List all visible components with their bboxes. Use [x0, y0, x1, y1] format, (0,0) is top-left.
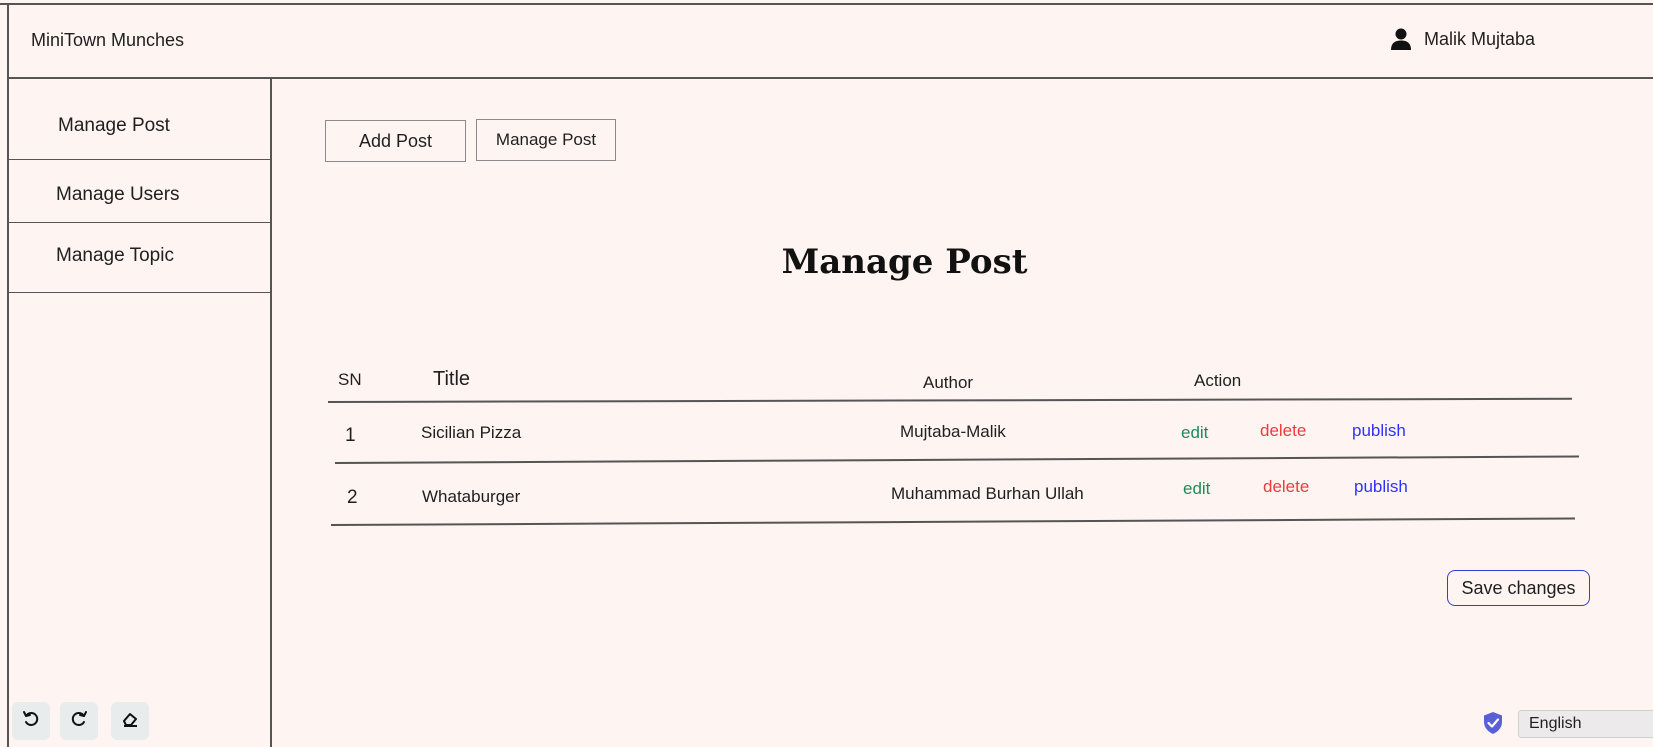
user-menu[interactable]: Malik Mujtaba	[1390, 28, 1535, 50]
sidebar-item-manage-users[interactable]: Manage Users	[56, 184, 180, 206]
undo-button[interactable]	[12, 702, 50, 740]
manage-post-button[interactable]: Manage Post	[476, 119, 616, 161]
shield-icon	[1482, 711, 1504, 740]
table-bottom-divider	[330, 517, 1575, 526]
column-header-author: Author	[923, 373, 974, 392]
sidebar-item-manage-topic[interactable]: Manage Topic	[56, 245, 174, 267]
redo-icon	[70, 710, 88, 733]
save-changes-button[interactable]: Save changes	[1447, 570, 1590, 606]
row-sn: 1	[345, 425, 356, 446]
language-selector[interactable]: English	[1518, 710, 1653, 738]
publish-link[interactable]: publish	[1354, 477, 1408, 497]
edit-link[interactable]: edit	[1183, 479, 1210, 499]
table-header-divider	[327, 397, 1572, 403]
user-icon	[1390, 28, 1412, 50]
row-author: Muhammad Burhan Ullah	[891, 484, 1084, 503]
sidebar-divider	[270, 77, 272, 747]
eraser-icon	[121, 710, 139, 733]
frame-top-border	[0, 3, 1653, 5]
publish-link[interactable]: publish	[1352, 421, 1406, 441]
row-title: Whataburger	[422, 487, 521, 506]
delete-link[interactable]: delete	[1260, 421, 1306, 441]
app-brand: MiniTown Munches	[31, 30, 185, 50]
column-header-action: Action	[1194, 371, 1242, 390]
sidebar-separator	[9, 222, 270, 223]
sidebar-item-manage-post[interactable]: Manage Post	[58, 115, 170, 137]
sidebar-separator	[9, 292, 270, 293]
row-title: Sicilian Pizza	[421, 423, 522, 442]
add-post-button[interactable]: Add Post	[325, 120, 466, 162]
user-name: Malik Mujtaba	[1423, 28, 1535, 49]
row-sn: 2	[347, 487, 358, 508]
redo-button[interactable]	[60, 702, 98, 740]
header-divider	[7, 77, 1653, 79]
eraser-button[interactable]	[111, 702, 149, 740]
frame-left-border	[7, 3, 9, 747]
table-row-divider	[334, 455, 1579, 464]
column-header-sn: SN	[338, 370, 362, 389]
delete-link[interactable]: delete	[1263, 477, 1309, 497]
column-header-title: Title	[433, 368, 471, 390]
undo-icon	[22, 710, 40, 733]
edit-link[interactable]: edit	[1181, 423, 1208, 443]
row-author: Mujtaba-Malik	[900, 422, 1006, 441]
sidebar-separator	[9, 159, 270, 160]
page-title: Manage Post	[781, 242, 1028, 282]
